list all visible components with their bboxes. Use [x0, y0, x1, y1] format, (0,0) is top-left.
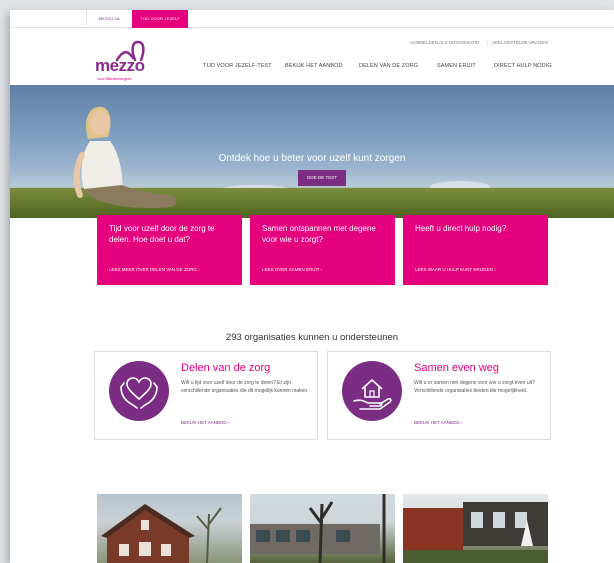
nav-item-direct-hulp[interactable]: Direct hulp nodig	[494, 63, 552, 69]
card-delen-van-de-zorg[interactable]: Delen van de zorg Wilt u tijd voor uzelf…	[94, 351, 318, 440]
promo-link[interactable]: Lees meer over delen van de zorg ›	[109, 267, 200, 272]
promo-box-direct-hulp[interactable]: Heeft u direct hulp nodig? Lees waar u h…	[403, 215, 548, 285]
link-veelgestelde-vragen[interactable]: Veelgestelde vragen	[492, 40, 548, 45]
promo-box-delen-zorg[interactable]: Tijd voor uzelf door de zorg te delen. H…	[97, 215, 242, 285]
promo-title: Samen ontspannen met degene voor wie u z…	[262, 224, 376, 244]
nav-item-aanbod[interactable]: Bekijk het aanbod	[285, 63, 343, 69]
card-description: Wilt u tijd voor uzelf door de zorg te d…	[181, 380, 309, 394]
photo-modern-building[interactable]	[250, 494, 395, 563]
top-tab-bar: Mezzo.nl Tijd voor jezelf	[10, 10, 614, 28]
logo-tagline: voor Mantelzorgers	[97, 76, 132, 81]
organisations-heading: 293 organisaties kunnen u ondersteunen	[225, 332, 399, 343]
promo-link[interactable]: Lees waar u hulp kunt krijgen ›	[415, 267, 496, 272]
card-title: Delen van de zorg	[181, 362, 271, 374]
card-samen-even-weg[interactable]: Samen even weg Wilt u er samen met degen…	[327, 351, 551, 440]
promo-box-samen-eruit[interactable]: Samen ontspannen met degene voor wie u z…	[250, 215, 395, 285]
caring-hands-heart-icon	[109, 361, 169, 421]
card-link-bekijk-aanbod[interactable]: Bekijk het aanbod ›	[414, 420, 462, 425]
link-aanmelden-organisatie[interactable]: Aanmelden als organisatie	[410, 40, 479, 45]
card-link-bekijk-aanbod[interactable]: Bekijk het aanbod ›	[181, 420, 229, 425]
browser-page: Mezzo.nl Tijd voor jezelf mezzo voor Man…	[10, 10, 614, 563]
photo-farmhouse[interactable]	[97, 494, 242, 563]
nav-item-test[interactable]: Tijd voor jezelf-test	[203, 63, 272, 69]
nav-item-samen-eruit[interactable]: Samen eruit	[437, 63, 476, 69]
card-description: Wilt u er samen met degene voor wie u zo…	[414, 380, 535, 394]
photo-red-building[interactable]	[403, 494, 548, 563]
nav-item-delen-zorg[interactable]: Delen van de zorg	[359, 63, 418, 69]
mezzo-logo[interactable]: mezzo voor Mantelzorgers	[95, 36, 160, 86]
hero-title: Ontdek hoe u beter voor uzelf kunt zorge…	[218, 153, 406, 164]
doe-de-test-button[interactable]: Doe de test	[298, 170, 346, 186]
card-title: Samen even weg	[414, 362, 499, 374]
hero-banner: Ontdek hoe u beter voor uzelf kunt zorge…	[10, 85, 614, 218]
logo-wordmark: mezzo	[95, 56, 145, 75]
tab-tijd-voor-jezelf[interactable]: Tijd voor jezelf	[132, 10, 188, 28]
tab-mezzo-nl[interactable]: Mezzo.nl	[86, 10, 132, 28]
promo-title: Heeft u direct hulp nodig?	[415, 224, 507, 233]
promo-link[interactable]: Lees over samen eruit ›	[262, 267, 322, 272]
hand-holding-house-icon	[342, 361, 402, 421]
utility-separator: |	[487, 40, 489, 45]
hero-woman-sitting-image	[73, 106, 177, 209]
promo-title: Tijd voor uzelf door de zorg te delen. H…	[109, 224, 215, 244]
